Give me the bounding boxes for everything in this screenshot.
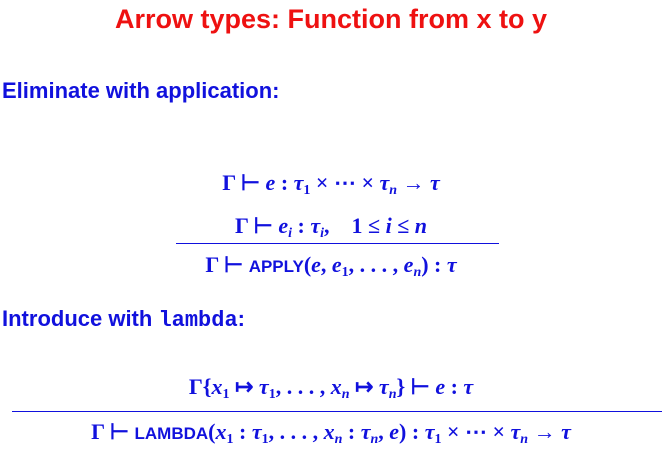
elim-heading: Eliminate with application:	[2, 78, 280, 103]
apply-premise-2: Γ ⊢ ei : τi, 1 ≤ i ≤ n	[234, 213, 428, 241]
apply-conclusion: Γ ⊢ APPLY(e, e1, . . . , en) : τ	[205, 252, 457, 280]
intro-heading: Introduce with lambda:	[2, 306, 245, 333]
intro-heading-prefix: Introduce with	[2, 306, 159, 331]
apply-fraction-bar	[176, 243, 499, 245]
intro-heading-code: lambda	[158, 308, 238, 333]
slide-title: Arrow types: Function from x to y	[114, 4, 548, 34]
intro-heading-suffix: :	[237, 306, 245, 331]
apply-premise-1: Γ ⊢ e : τ1 × ⋯ × τn → τ	[222, 170, 440, 198]
lambda-premise: Γ{x1 ↦ τ1, . . . , xn ↦ τn} ⊢ e : τ	[188, 374, 474, 402]
lambda-fraction-bar	[12, 411, 662, 413]
lambda-keyword: LAMBDA	[134, 424, 209, 443]
lambda-conclusion: Γ ⊢ LAMBDA(x1 : τ1, . . . , xn : τn, e) …	[91, 419, 571, 447]
apply-keyword: APPLY	[248, 257, 304, 276]
